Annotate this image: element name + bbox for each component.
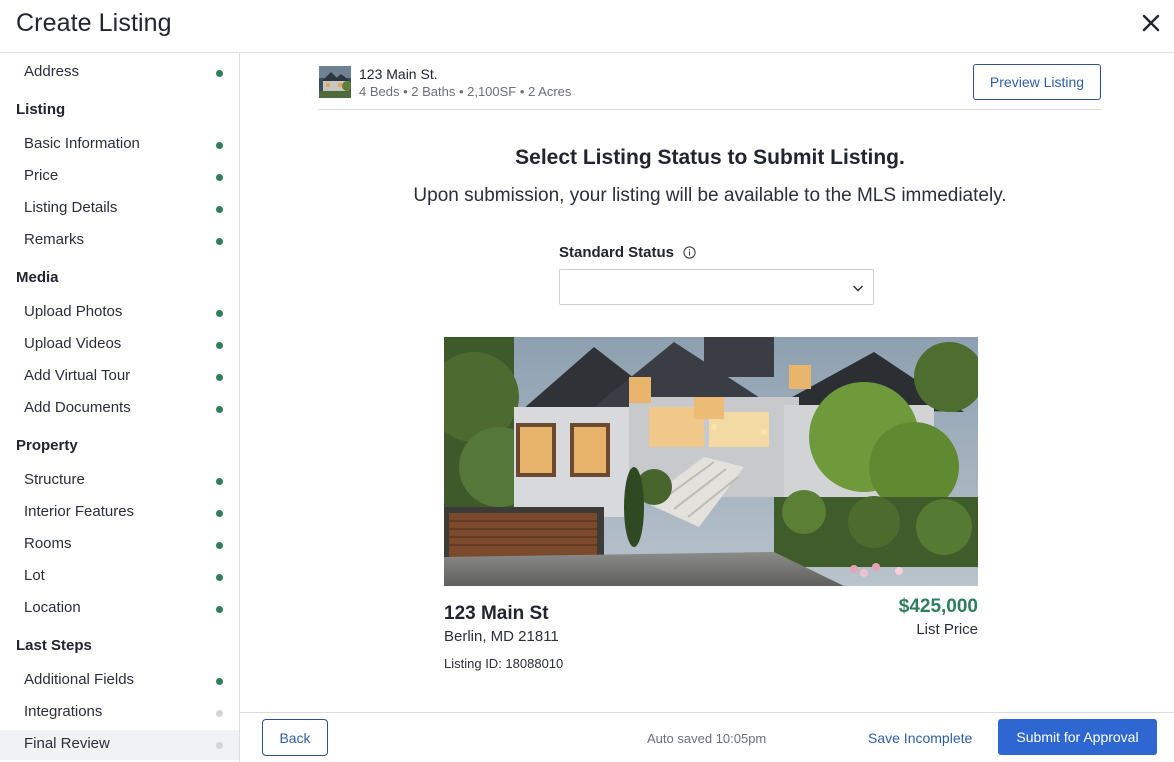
summary-address: 123 Main St.	[359, 66, 438, 82]
sidebar-item-final-review[interactable]: Final Review	[0, 730, 239, 760]
sidebar-item-location[interactable]: Location	[0, 594, 239, 624]
listing-photo	[444, 337, 978, 586]
app-header: Create Listing	[0, 0, 1174, 53]
status-dot-icon	[216, 374, 223, 381]
main-panel: 123 Main St. 4 Beds • 2 Baths • 2,100SF …	[240, 53, 1174, 712]
status-dot-icon	[216, 678, 223, 685]
list-price: $425,000	[898, 596, 978, 617]
submit-heading: Select Listing Status to Submit Listing.	[515, 146, 905, 169]
sidebar-item-lot[interactable]: Lot	[0, 562, 239, 592]
sidebar-item-label: Price	[24, 167, 59, 184]
status-dot-icon	[216, 310, 223, 317]
sidebar-item-interior-features[interactable]: Interior Features	[0, 498, 239, 528]
sidebar-item-label: Add Virtual Tour	[24, 367, 131, 384]
sidebar-item-add-virtual-tour[interactable]: Add Virtual Tour	[0, 362, 239, 392]
summary-meta: 4 Beds • 2 Baths • 2,100SF • 2 Acres	[359, 84, 572, 99]
sidebar-item-address[interactable]: Address	[0, 58, 239, 88]
status-dot-icon	[216, 478, 223, 485]
status-dot-icon	[216, 174, 223, 181]
status-dot-icon	[216, 142, 223, 149]
standard-status-label: Standard Status	[559, 244, 675, 261]
submit-subheading: Upon submission, your listing will be av…	[413, 185, 1007, 206]
sidebar-section-listing: Listing	[16, 101, 66, 118]
sidebar-item-label: Final Review	[24, 735, 110, 752]
sidebar-item-upload-photos[interactable]: Upload Photos	[0, 298, 239, 328]
sidebar-item-basic-information[interactable]: Basic Information	[0, 130, 239, 160]
status-dot-icon	[216, 574, 223, 581]
sidebar-item-label: Remarks	[24, 231, 85, 248]
sidebar-item-add-documents[interactable]: Add Documents	[0, 394, 239, 424]
status-dot-icon	[216, 542, 223, 549]
status-dot-icon	[216, 510, 223, 517]
sidebar-nav: Address Listing Basic Information Price List…	[0, 53, 240, 762]
listing-summary-bar: 123 Main St. 4 Beds • 2 Baths • 2,100SF …	[318, 53, 1101, 110]
list-price-label: List Price	[916, 621, 978, 638]
sidebar-item-price[interactable]: Price	[0, 162, 239, 192]
sidebar-item-label: Integrations	[24, 703, 103, 720]
submit-for-approval-button[interactable]: Submit for Approval	[998, 719, 1157, 755]
status-dot-icon	[216, 206, 223, 213]
sidebar-item-label: Structure	[24, 471, 85, 488]
listing-thumbnail	[319, 66, 351, 98]
status-dot-icon	[216, 406, 223, 413]
preview-listing-button[interactable]: Preview Listing	[973, 64, 1101, 100]
sidebar-item-label: Interior Features	[24, 503, 135, 520]
page-title: Create Listing	[16, 9, 172, 37]
listing-id: Listing ID: 18088010	[444, 656, 564, 671]
footer-bar: Back Auto saved 10:05pm Save Incomplete …	[240, 712, 1174, 762]
sidebar-item-integrations[interactable]: Integrations	[0, 698, 239, 728]
sidebar-item-label: Lot	[24, 567, 45, 584]
info-icon[interactable]	[683, 246, 696, 259]
status-dot-icon	[216, 606, 223, 613]
sidebar-section-last-steps: Last Steps	[16, 637, 92, 654]
sidebar-item-label: Rooms	[24, 535, 72, 552]
sidebar-item-label: Listing Details	[24, 199, 118, 216]
sidebar-item-label: Additional Fields	[24, 671, 135, 688]
status-dot-icon	[216, 238, 223, 245]
sidebar-item-label: Upload Videos	[24, 335, 122, 352]
sidebar-item-additional-fields[interactable]: Additional Fields	[0, 666, 239, 696]
sidebar-item-upload-videos[interactable]: Upload Videos	[0, 330, 239, 360]
sidebar-section-media: Media	[16, 269, 59, 286]
listing-city-line: Berlin, MD 21811	[444, 628, 559, 645]
status-dot-icon	[216, 70, 223, 77]
sidebar-item-label: Add Documents	[24, 399, 131, 416]
close-icon[interactable]	[1136, 8, 1166, 38]
sidebar-item-label: Upload Photos	[24, 303, 123, 320]
sidebar-section-property: Property	[16, 437, 78, 454]
standard-status-select[interactable]	[559, 269, 874, 305]
sidebar-item-label: Address	[24, 63, 80, 80]
sidebar-item-rooms[interactable]: Rooms	[0, 530, 239, 560]
status-dot-icon	[216, 742, 223, 749]
save-incomplete-link[interactable]: Save Incomplete	[868, 730, 972, 746]
sidebar-item-remarks[interactable]: Remarks	[0, 226, 239, 256]
autosave-status: Auto saved 10:05pm	[647, 731, 767, 746]
status-dot-icon	[216, 342, 223, 349]
listing-address: 123 Main St	[444, 603, 549, 624]
back-button[interactable]: Back	[262, 719, 328, 756]
sidebar-item-label: Basic Information	[24, 135, 140, 152]
sidebar-item-listing-details[interactable]: Listing Details	[0, 194, 239, 224]
sidebar-item-label: Location	[24, 599, 81, 616]
status-dot-icon	[216, 710, 223, 717]
sidebar-item-structure[interactable]: Structure	[0, 466, 239, 496]
chevron-down-icon	[851, 281, 865, 295]
